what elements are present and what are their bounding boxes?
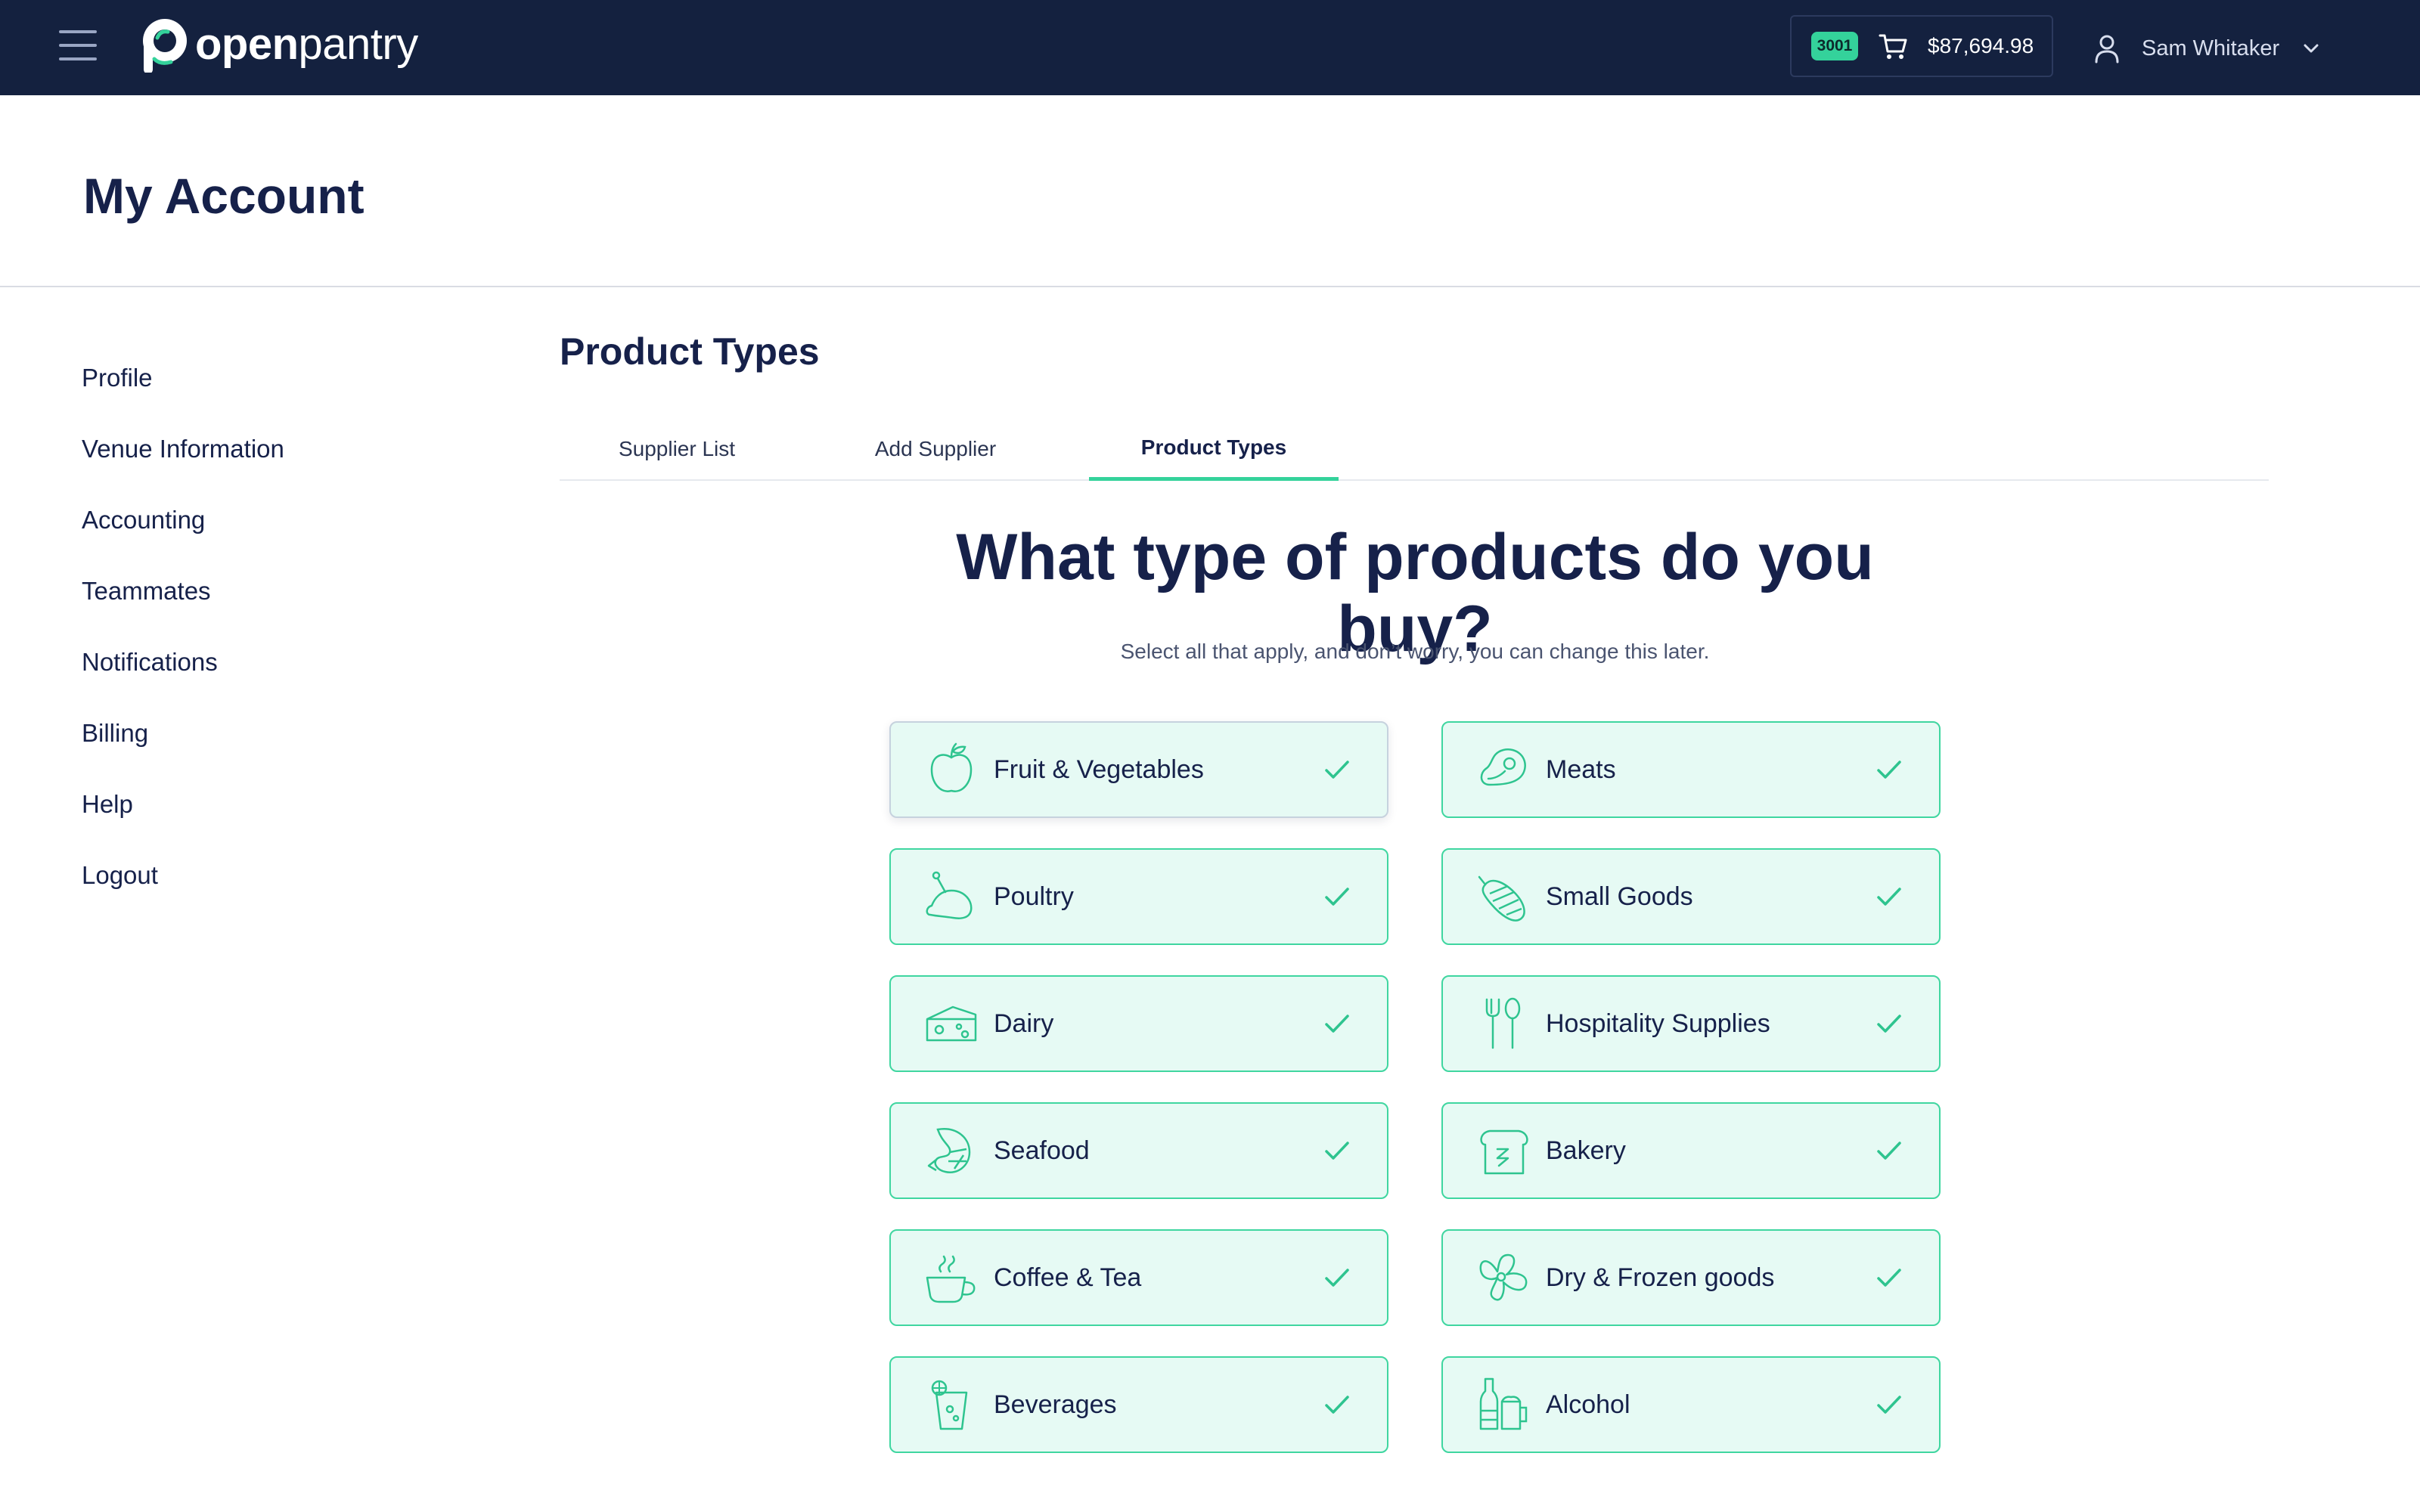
- apple-icon: [930, 742, 973, 792]
- pasta-icon: [1479, 1253, 1528, 1301]
- product-type-card-alcohol[interactable]: Alcohol: [1441, 1356, 1941, 1453]
- product-type-label: Meats: [1546, 754, 1616, 784]
- shopping-cart-icon: [1879, 34, 1907, 59]
- logo-wordmark: openpantry: [195, 19, 418, 70]
- product-type-card-hospitality-supplies[interactable]: Hospitality Supplies: [1441, 975, 1941, 1072]
- fork-spoon-icon: [1485, 997, 1521, 1049]
- top-navigation-bar: openpantry 3001 $87,694.98 Sam Whitaker: [0, 0, 2420, 95]
- product-type-label: Alcohol: [1546, 1390, 1630, 1419]
- product-type-card-fruit-vegetables[interactable]: Fruit & Vegetables: [889, 721, 1388, 818]
- hamburger-menu-icon[interactable]: [59, 30, 97, 60]
- product-type-card-meats[interactable]: Meats: [1441, 721, 1941, 818]
- sidebar-item-billing[interactable]: Billing: [82, 711, 284, 782]
- product-type-label: Dairy: [994, 1009, 1054, 1038]
- tab-product-types[interactable]: Product Types: [1089, 417, 1339, 481]
- product-type-label: Bakery: [1546, 1136, 1626, 1165]
- product-type-label: Dry & Frozen goods: [1546, 1263, 1775, 1292]
- cheese-icon: [926, 1005, 977, 1042]
- cart-button[interactable]: 3001 $87,694.98: [1790, 15, 2053, 77]
- openpantry-logo[interactable]: openpantry: [138, 15, 418, 73]
- check-icon: [1325, 888, 1349, 906]
- check-icon: [1877, 888, 1901, 906]
- product-type-card-bakery[interactable]: Bakery: [1441, 1102, 1941, 1199]
- bottle-beer-icon: [1479, 1377, 1528, 1430]
- check-icon: [1877, 1015, 1901, 1033]
- product-question-subheading: Select all that apply, and don’t worry, …: [1120, 640, 1710, 663]
- sidebar-item-accounting[interactable]: Accounting: [82, 497, 284, 569]
- check-icon: [1877, 761, 1901, 779]
- sidebar-item-notifications[interactable]: Notifications: [82, 640, 284, 711]
- cart-total: $87,694.98: [1928, 34, 2034, 57]
- chevron-down-icon: [2304, 44, 2319, 53]
- tab-add-supplier[interactable]: Add Supplier: [855, 417, 1016, 481]
- user-icon: [2095, 35, 2119, 64]
- product-type-label: Hospitality Supplies: [1546, 1009, 1770, 1038]
- salami-icon: [1478, 875, 1525, 922]
- supplier-tabs: Supplier List Add Supplier Product Types: [560, 417, 2269, 481]
- product-type-card-poultry[interactable]: Poultry: [889, 848, 1388, 945]
- product-type-grid: Fruit & Vegetables Meats Poultry Small G…: [889, 721, 1941, 1455]
- tab-supplier-list[interactable]: Supplier List: [594, 417, 759, 481]
- product-type-label: Small Goods: [1546, 881, 1693, 911]
- cart-badge: 3001: [1811, 32, 1858, 60]
- logo-text-pantry: pantry: [298, 19, 419, 69]
- shrimp-icon: [927, 1128, 971, 1174]
- soda-glass-icon: [931, 1380, 968, 1430]
- sidebar-item-venue-information[interactable]: Venue Information: [82, 426, 284, 497]
- product-type-label: Fruit & Vegetables: [994, 754, 1204, 784]
- product-type-card-beverages[interactable]: Beverages: [889, 1356, 1388, 1453]
- check-icon: [1877, 1396, 1901, 1414]
- check-icon: [1325, 1396, 1349, 1414]
- product-type-label: Poultry: [994, 881, 1074, 911]
- bread-icon: [1480, 1129, 1528, 1175]
- sidebar-item-profile[interactable]: Profile: [82, 355, 284, 426]
- check-icon: [1325, 1269, 1349, 1287]
- product-type-card-dairy[interactable]: Dairy: [889, 975, 1388, 1072]
- product-type-card-dry-frozen-goods[interactable]: Dry & Frozen goods: [1441, 1229, 1941, 1326]
- steak-icon: [1480, 748, 1526, 786]
- account-sidebar: Profile Venue Information Accounting Tea…: [82, 355, 284, 924]
- check-icon: [1877, 1269, 1901, 1287]
- product-type-label: Seafood: [994, 1136, 1090, 1165]
- check-icon: [1325, 761, 1349, 779]
- product-type-label: Beverages: [994, 1390, 1117, 1419]
- product-type-label: Coffee & Tea: [994, 1263, 1142, 1292]
- section-title: Product Types: [560, 330, 820, 373]
- user-menu[interactable]: Sam Whitaker: [2093, 26, 2322, 71]
- check-icon: [1325, 1142, 1349, 1160]
- check-icon: [1877, 1142, 1901, 1160]
- cup-icon: [926, 1255, 976, 1303]
- sidebar-item-logout[interactable]: Logout: [82, 853, 284, 924]
- product-type-card-coffee-tea[interactable]: Coffee & Tea: [889, 1229, 1388, 1326]
- page-header: My Account: [0, 95, 2420, 287]
- page-title: My Account: [83, 168, 365, 224]
- chicken-icon: [926, 871, 973, 919]
- user-name: Sam Whitaker: [2142, 36, 2280, 60]
- check-icon: [1325, 1015, 1349, 1033]
- sidebar-item-help[interactable]: Help: [82, 782, 284, 853]
- sidebar-item-teammates[interactable]: Teammates: [82, 569, 284, 640]
- openpantry-logo-mark-icon: [143, 19, 187, 73]
- product-type-card-small-goods[interactable]: Small Goods: [1441, 848, 1941, 945]
- product-type-card-seafood[interactable]: Seafood: [889, 1102, 1388, 1199]
- logo-text-open: open: [195, 19, 299, 69]
